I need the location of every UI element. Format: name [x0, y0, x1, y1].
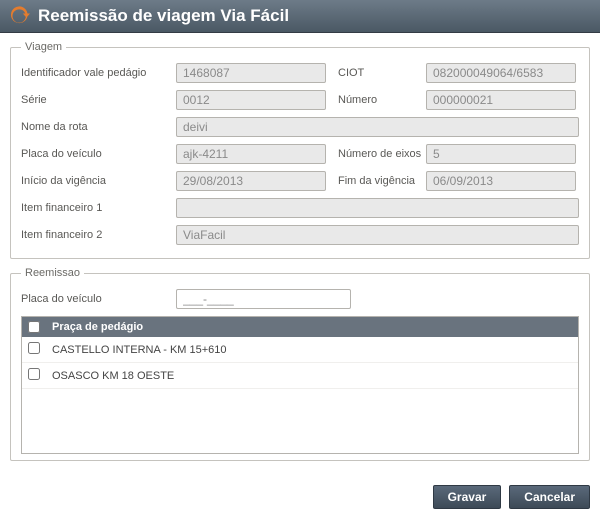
fim-label: Fim da vigência: [326, 175, 426, 187]
fin1-input: [176, 198, 579, 218]
eixos-label: Número de eixos: [326, 148, 426, 160]
fin2-input: [176, 225, 579, 245]
fieldset-viagem: Viagem Identificador vale pedágio CIOT S…: [10, 41, 590, 259]
row-label: CASTELLO INTERNA - KM 15+610: [52, 344, 227, 356]
table-row[interactable]: CASTELLO INTERNA - KM 15+610: [22, 337, 578, 363]
rota-label: Nome da rota: [21, 121, 176, 133]
select-all-checkbox[interactable]: [28, 321, 40, 333]
dialog-title: Reemissão de viagem Via Fácil: [38, 6, 289, 26]
fim-input: [426, 171, 576, 191]
cancelar-button[interactable]: Cancelar: [509, 485, 590, 509]
numero-input: [426, 90, 576, 110]
dialog-reemissao: Reemissão de viagem Via Fácil Viagem Ide…: [0, 0, 600, 519]
gravar-button[interactable]: Gravar: [433, 485, 502, 509]
identificador-label: Identificador vale pedágio: [21, 67, 176, 79]
inicio-input: [176, 171, 326, 191]
reemissao-placa-label: Placa do veículo: [21, 293, 176, 305]
praca-table-header: Praça de pedágio: [22, 317, 578, 337]
refresh-icon: [10, 6, 30, 26]
serie-label: Série: [21, 94, 176, 106]
praca-table: Praça de pedágio CASTELLO INTERNA - KM 1…: [21, 316, 579, 454]
legend-reemissao: Reemissao: [21, 267, 84, 279]
serie-input: [176, 90, 326, 110]
titlebar: Reemissão de viagem Via Fácil: [0, 0, 600, 33]
row-checkbox[interactable]: [28, 342, 40, 354]
eixos-input: [426, 144, 576, 164]
fin1-label: Item financeiro 1: [21, 202, 176, 214]
inicio-label: Início da vigência: [21, 175, 176, 187]
legend-viagem: Viagem: [21, 41, 66, 53]
row-label: OSASCO KM 18 OESTE: [52, 370, 174, 382]
ciot-label: CIOT: [326, 67, 426, 79]
row-checkbox[interactable]: [28, 368, 40, 380]
placa-label: Placa do veículo: [21, 148, 176, 160]
identificador-input: [176, 63, 326, 83]
fin2-label: Item financeiro 2: [21, 229, 176, 241]
dialog-content: Viagem Identificador vale pedágio CIOT S…: [0, 33, 600, 477]
table-row[interactable]: OSASCO KM 18 OESTE: [22, 363, 578, 389]
reemissao-placa-input[interactable]: [176, 289, 351, 309]
numero-label: Número: [326, 94, 426, 106]
rota-input: [176, 117, 579, 137]
placa-input: [176, 144, 326, 164]
button-bar: Gravar Cancelar: [0, 477, 600, 519]
ciot-input: [426, 63, 576, 83]
fieldset-reemissao: Reemissao Placa do veículo Praça de pedá…: [10, 267, 590, 461]
praca-header-label: Praça de pedágio: [52, 321, 143, 333]
